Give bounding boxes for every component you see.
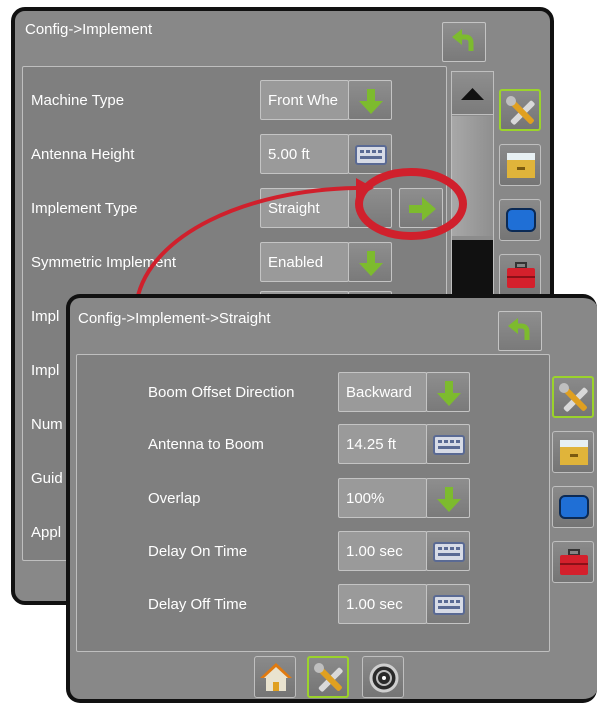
setting-label: Overlap xyxy=(148,490,201,507)
right-arrow-icon xyxy=(400,189,444,229)
scroll-up-icon xyxy=(461,88,484,100)
setting-label-partial: Impl xyxy=(31,362,60,379)
nav-gauge[interactable] xyxy=(362,656,404,698)
setting-label: Symmetric Implement xyxy=(31,254,177,271)
setting-label: Delay On Time xyxy=(148,543,248,560)
implement-type-next-button[interactable] xyxy=(399,188,443,228)
tools-icon xyxy=(501,91,543,133)
setting-label: Antenna to Boom xyxy=(148,436,264,453)
keyboard-icon xyxy=(427,532,471,572)
straight-implement-panel: Config->Implement->Straight Boom Offset … xyxy=(66,294,597,703)
boom-offset-direction-dropdown-button[interactable] xyxy=(426,372,470,412)
back-arrow-icon xyxy=(499,312,543,352)
tab-tools[interactable] xyxy=(552,376,594,418)
machine-type-dropdown-button[interactable] xyxy=(348,80,392,120)
tab-toolbox[interactable] xyxy=(499,254,541,296)
machine-type-select[interactable]: Front Whe xyxy=(260,80,349,120)
scrollbar-thumb[interactable] xyxy=(452,116,493,236)
tab-monitor[interactable] xyxy=(552,486,594,528)
setting-label: Machine Type xyxy=(31,92,125,109)
page-title: Config->Implement->Straight xyxy=(78,310,271,327)
nav-tools[interactable] xyxy=(307,656,349,698)
back-arrow-icon xyxy=(443,23,487,63)
tools-icon xyxy=(309,658,351,700)
drawer-icon xyxy=(500,145,542,187)
nav-home[interactable] xyxy=(254,656,296,698)
keyboard-icon xyxy=(427,585,471,625)
implement-type-field[interactable]: Straight xyxy=(260,188,349,228)
implement-type-button[interactable] xyxy=(348,188,392,228)
overlap-select[interactable]: 100% xyxy=(338,478,427,518)
tab-drawer[interactable] xyxy=(499,144,541,186)
setting-label: Antenna Height xyxy=(31,146,135,163)
delay-on-time-keyboard-button[interactable] xyxy=(426,531,470,571)
back-button[interactable] xyxy=(498,311,542,351)
delay-off-time-keyboard-button[interactable] xyxy=(426,584,470,624)
symmetric-implement-select[interactable]: Enabled xyxy=(260,242,349,282)
setting-label-partial: Guid xyxy=(31,470,63,487)
scrollbar[interactable] xyxy=(451,71,494,301)
setting-label-partial: Appl xyxy=(31,524,62,541)
tools-icon xyxy=(554,378,596,420)
antenna-height-field[interactable]: 5.00 ft xyxy=(260,134,349,174)
down-arrow-icon xyxy=(427,373,471,413)
tab-drawer[interactable] xyxy=(552,431,594,473)
down-arrow-icon xyxy=(349,81,393,121)
keyboard-icon xyxy=(427,425,471,465)
monitor-icon xyxy=(500,200,542,242)
tab-toolbox[interactable] xyxy=(552,541,594,583)
antenna-height-keyboard-button[interactable] xyxy=(348,134,392,174)
scroll-up-button[interactable] xyxy=(452,72,493,115)
monitor-icon xyxy=(553,487,595,529)
setting-label-partial: Num xyxy=(31,416,63,433)
delay-on-time-field[interactable]: 1.00 sec xyxy=(338,531,427,571)
gauge-icon xyxy=(369,663,399,693)
tab-tools[interactable] xyxy=(499,89,541,131)
symmetric-implement-dropdown-button[interactable] xyxy=(348,242,392,282)
boom-offset-direction-select[interactable]: Backward xyxy=(338,372,427,412)
drawer-icon xyxy=(553,432,595,474)
setting-label: Delay Off Time xyxy=(148,596,247,613)
overlap-dropdown-button[interactable] xyxy=(426,478,470,518)
keyboard-icon xyxy=(349,135,393,175)
page-title: Config->Implement xyxy=(25,21,153,38)
setting-label-partial: Impl xyxy=(31,308,60,325)
toolbox-icon xyxy=(500,255,542,297)
delay-off-time-field[interactable]: 1.00 sec xyxy=(338,584,427,624)
down-arrow-icon xyxy=(349,243,393,283)
scrollbar-track-end xyxy=(452,240,493,300)
antenna-to-boom-field[interactable]: 14.25 ft xyxy=(338,424,427,464)
back-button[interactable] xyxy=(442,22,486,62)
tab-monitor[interactable] xyxy=(499,199,541,241)
setting-label: Implement Type xyxy=(31,200,138,217)
antenna-to-boom-keyboard-button[interactable] xyxy=(426,424,470,464)
home-icon xyxy=(260,663,292,691)
toolbox-icon xyxy=(553,542,595,584)
setting-label: Boom Offset Direction xyxy=(148,384,295,401)
down-arrow-icon xyxy=(427,479,471,519)
